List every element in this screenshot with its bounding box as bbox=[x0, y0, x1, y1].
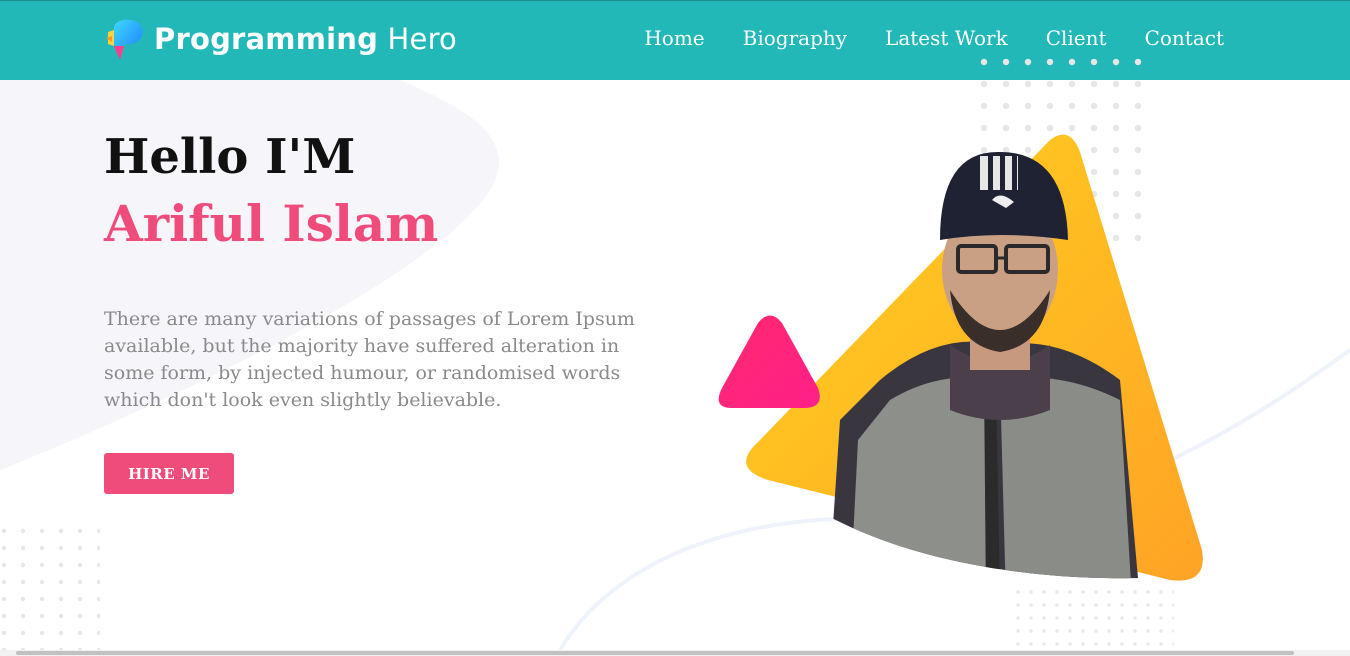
brand-name-light: Hero bbox=[387, 22, 457, 56]
brand-name-bold: Programming bbox=[154, 22, 379, 56]
nav-biography[interactable]: Biography bbox=[743, 25, 847, 51]
nav-client[interactable]: Client bbox=[1046, 25, 1107, 51]
hero-illustration bbox=[718, 134, 1203, 581]
nav-latest-work[interactable]: Latest Work bbox=[885, 25, 1008, 51]
hero-greeting: Hello I'M bbox=[104, 129, 356, 185]
hero-name: Ariful Islam bbox=[104, 194, 439, 253]
brand-logo-icon bbox=[106, 19, 143, 60]
hero-description: There are many variations of passages of… bbox=[104, 308, 635, 411]
nav-contact[interactable]: Contact bbox=[1145, 25, 1224, 51]
nav-home[interactable]: Home bbox=[644, 25, 704, 51]
horizontal-scrollbar-thumb[interactable] bbox=[16, 651, 1294, 655]
dot-grid-bottom-left bbox=[0, 526, 100, 650]
brand-name: Programming Hero bbox=[154, 22, 457, 56]
brand[interactable]: Programming Hero bbox=[104, 15, 457, 63]
main-nav: Home Biography Latest Work Client Contac… bbox=[606, 25, 1224, 51]
pink-triangle-shape bbox=[718, 315, 820, 408]
hire-me-button[interactable]: HIRE ME bbox=[104, 453, 234, 494]
